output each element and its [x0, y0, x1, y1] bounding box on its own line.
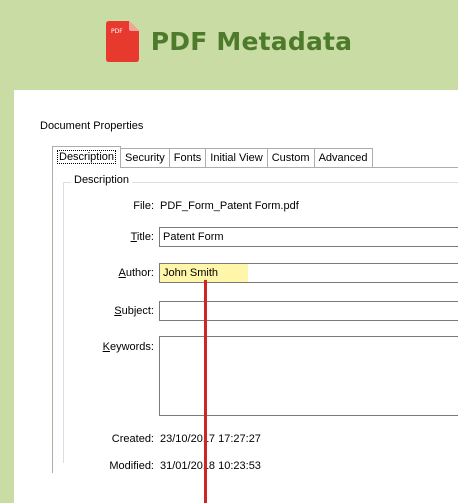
page-title: PDF Metadata — [150, 26, 353, 56]
file-label: File: — [133, 200, 154, 212]
slide-header: PDF PDF Metadata — [0, 0, 458, 90]
tab-pane-border — [52, 167, 53, 473]
tab-initial-view[interactable]: Initial View — [205, 148, 268, 168]
tab-security[interactable]: Security — [120, 148, 170, 168]
tab-fonts[interactable]: Fonts — [168, 148, 207, 168]
title-field[interactable]: Patent Form — [159, 227, 458, 247]
tab-description[interactable]: Description — [52, 146, 122, 168]
pdf-file-icon: PDF — [105, 20, 139, 62]
tab-custom[interactable]: Custom — [266, 148, 315, 168]
description-group — [63, 182, 458, 463]
keywords-label: Keywords: — [102, 341, 154, 353]
tab-bar: Description Security Fonts Initial View … — [52, 146, 373, 168]
dialog-title: Document Properties — [40, 120, 144, 132]
modified-label: Modified: — [109, 460, 154, 472]
title-label: Title: — [130, 231, 154, 243]
document-properties-dialog: Document Properties Description Security… — [36, 113, 458, 473]
author-label: Author: — [118, 267, 154, 279]
pdf-icon-label: PDF — [111, 28, 123, 35]
created-label: Created: — [111, 433, 154, 445]
subject-label: Subject: — [114, 305, 154, 317]
modified-value: 31/01/2018 10:23:53 — [160, 460, 261, 472]
group-label: Description — [71, 174, 133, 186]
tab-advanced[interactable]: Advanced — [313, 148, 373, 168]
author-value: John Smith — [163, 267, 219, 279]
created-value: 23/10/2017 17:27:27 — [160, 433, 261, 445]
callout-line — [204, 280, 207, 503]
file-value: PDF_Form_Patent Form.pdf — [160, 200, 299, 212]
